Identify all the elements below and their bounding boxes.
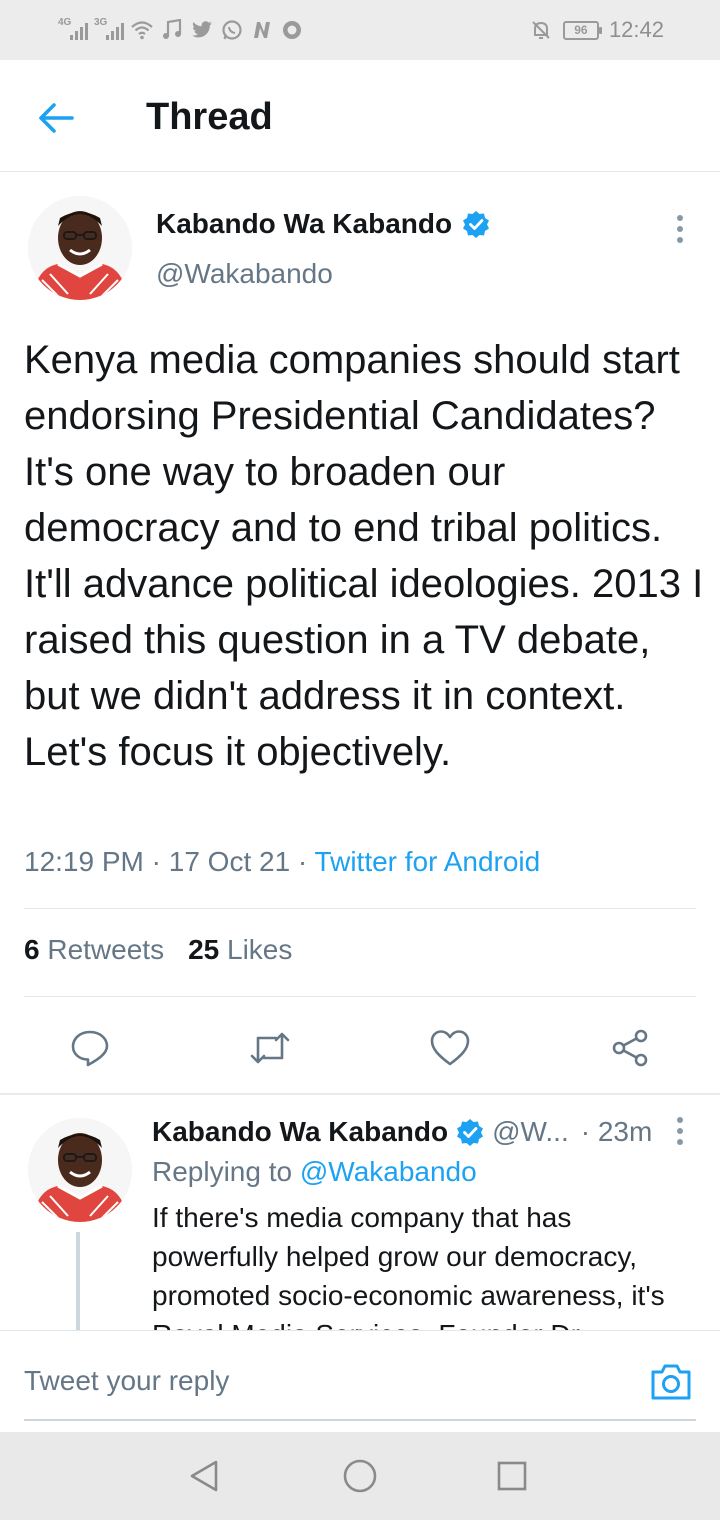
author-handle[interactable]: @Wakabando [156,258,333,290]
author-name-row[interactable]: Kabando Wa Kabando [156,208,490,240]
like-button[interactable] [422,1020,478,1076]
header: Thread [0,60,720,172]
replying-to: Replying to @Wakabando [152,1156,477,1188]
reply-icon [71,1030,109,1067]
status-bar-left: 4G 3G [58,16,304,44]
battery-icon: 96 [562,20,602,40]
thread-line [76,1232,80,1332]
system-nav-bar [0,1432,720,1520]
likes-count: 25 [188,934,220,965]
mute-icon [529,18,553,42]
n-icon [250,18,274,42]
status-bar: 4G 3G 96 12:42 [0,0,720,60]
tweet-stats: 6 Retweets 25 Likes [24,934,292,966]
tweet-text: Kenya media companies should start endor… [24,338,704,774]
camera-button[interactable] [648,1359,694,1405]
retweets-label: Retweets [47,934,165,965]
reply-author-name[interactable]: Kabando Wa Kabando [152,1116,448,1148]
replying-label: Replying to [152,1156,293,1187]
more-options-button[interactable] [670,210,690,250]
verified-badge-icon [456,1118,484,1146]
camera-icon [651,1364,691,1400]
nav-recents-button[interactable] [490,1454,534,1498]
reply-header: Kabando Wa Kabando @W... · 23m [152,1114,652,1150]
tweet-time: 12:19 PM [24,846,144,877]
reply-button[interactable] [62,1020,118,1076]
reply-input[interactable]: Tweet your reply [24,1365,229,1397]
square-recents-icon [497,1461,527,1491]
section-separator [0,1093,720,1095]
avatar-image [28,196,132,300]
status-bar-right: 96 12:42 [529,16,664,44]
whatsapp-icon [220,18,244,42]
nav-home-button[interactable] [338,1454,382,1498]
reply-avatar[interactable] [28,1118,132,1222]
reply-age-value: 23m [597,1116,653,1147]
clock: 12:42 [608,17,664,42]
reply-more-options-button[interactable] [670,1112,690,1152]
nav-back-button[interactable] [182,1454,226,1498]
arrow-left-icon [39,103,74,133]
retweets-count: 6 [24,934,40,965]
heart-icon [430,1030,470,1066]
reply-text: If there's media company that has powerf… [152,1202,665,1332]
page-title: Thread [146,96,273,138]
twitter-icon [190,18,214,42]
circle-icon [280,18,304,42]
input-underline [24,1419,696,1421]
kebab-icon [677,1117,683,1145]
share-icon [612,1029,648,1067]
share-button[interactable] [602,1020,658,1076]
tweet-source-link[interactable]: Twitter for Android [315,846,541,877]
back-button[interactable] [34,96,78,140]
reply-author-handle[interactable]: @W... [492,1116,569,1148]
retweet-button[interactable] [242,1020,298,1076]
reply-age: · 23m [580,1116,653,1147]
signal-icon-2: 3G [94,17,124,43]
avatar[interactable] [28,196,132,300]
tweet-actions [0,1020,720,1076]
divider [24,996,696,997]
signal-icon: 4G [58,17,88,43]
author-name[interactable]: Kabando Wa Kabando [156,208,452,240]
likes-label: Likes [227,934,293,965]
reply-compose-bar: Tweet your reply [0,1330,720,1432]
avatar-image [28,1118,132,1222]
wifi-icon [130,18,154,42]
tweet-date: 17 Oct 21 [168,846,291,877]
verified-badge-icon [462,210,490,238]
likes-stat[interactable]: 25 Likes [188,934,292,966]
retweet-icon [250,1032,290,1064]
divider [24,908,696,909]
music-icon [160,18,184,42]
retweets-stat[interactable]: 6 Retweets [24,934,164,966]
replying-handle-link[interactable]: @Wakabando [300,1156,477,1187]
kebab-icon [677,215,683,243]
triangle-back-icon [190,1460,218,1492]
circle-home-icon [343,1459,377,1493]
tweet-meta: 12:19 PM · 17 Oct 21 · Twitter for Andro… [24,846,541,877]
